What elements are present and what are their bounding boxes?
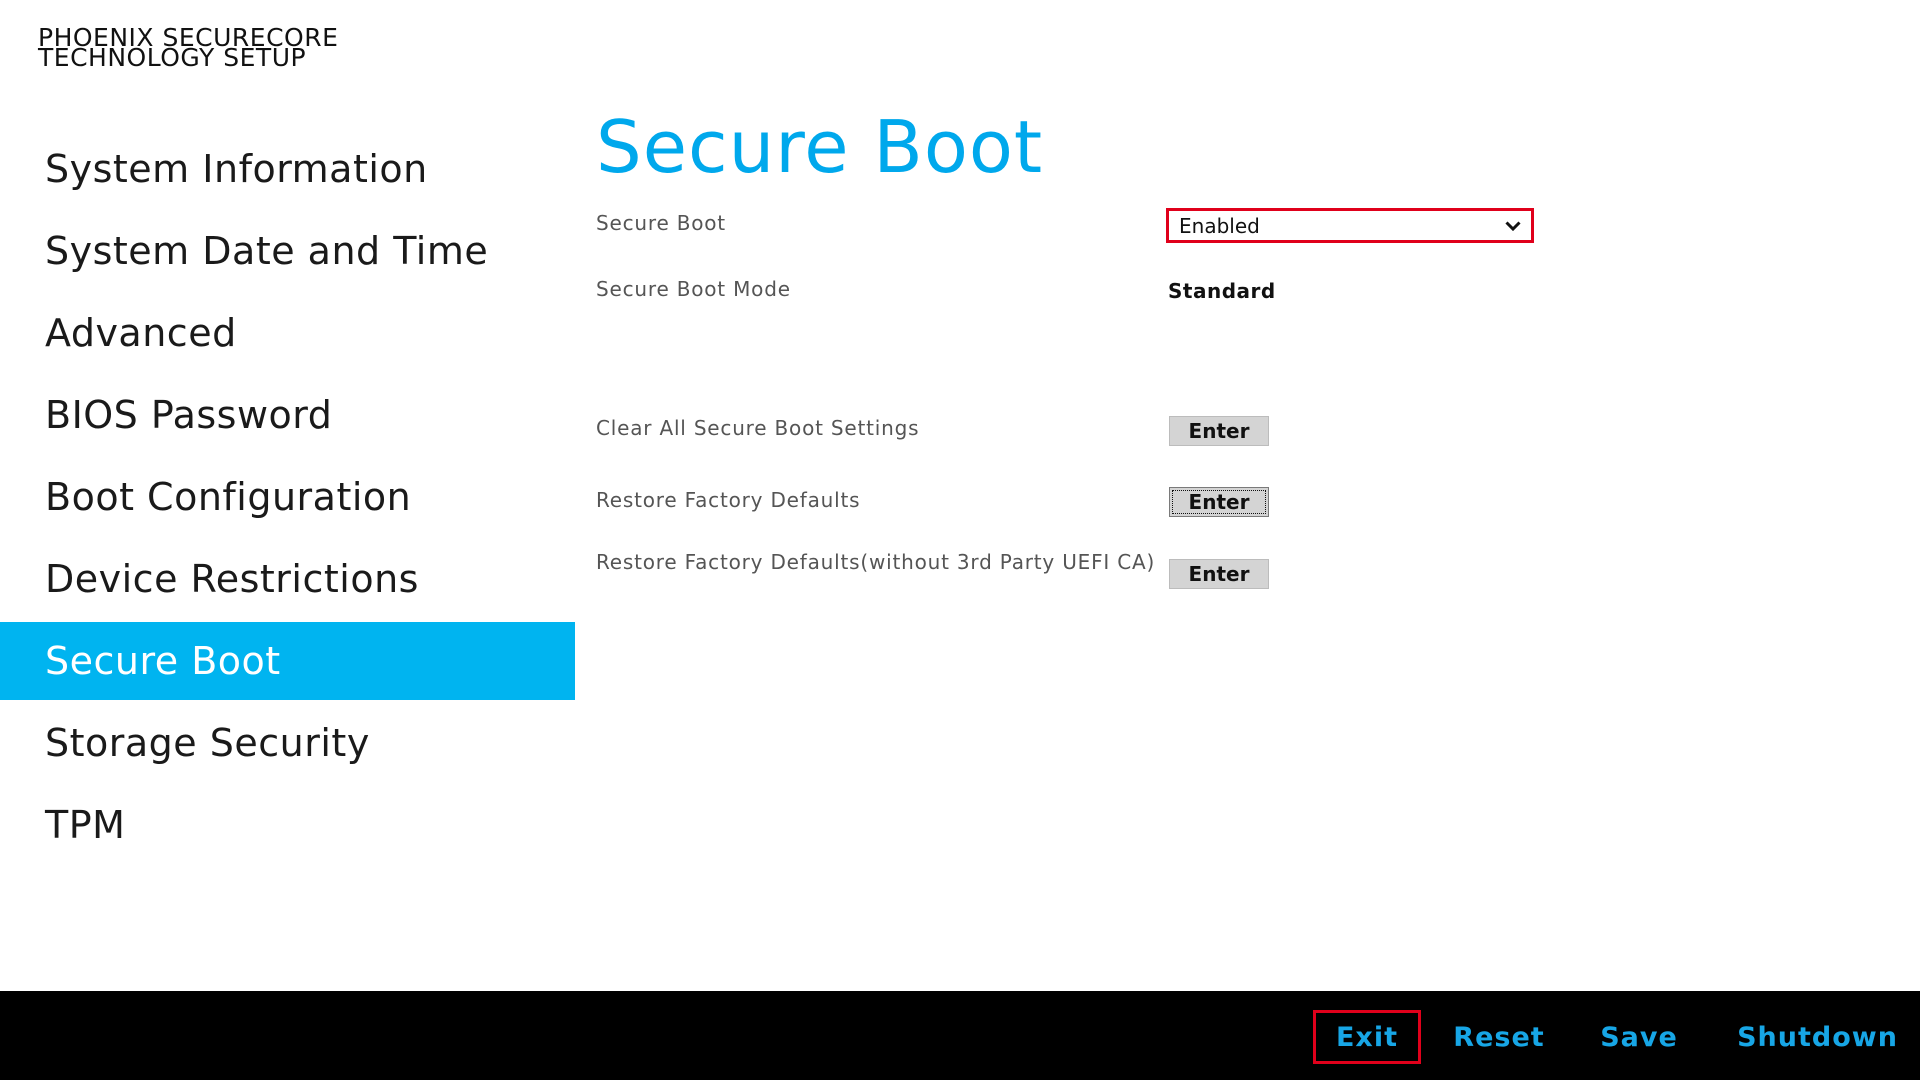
exit-button[interactable]: Exit — [1313, 1010, 1421, 1064]
restore-factory-defaults-no-3rd-party-label: Restore Factory Defaults(without 3rd Par… — [596, 550, 1156, 574]
clear-all-secure-boot-label: Clear All Secure Boot Settings — [596, 416, 920, 440]
app-title-line-2: TECHNOLOGY SETUP — [38, 43, 307, 72]
sidebar-item-storage-security[interactable]: Storage Security — [0, 704, 575, 782]
sidebar-item-system-information[interactable]: System Information — [0, 130, 575, 208]
save-button[interactable]: Save — [1594, 1010, 1684, 1064]
sidebar-item-boot-configuration[interactable]: Boot Configuration — [0, 458, 575, 536]
secure-boot-dropdown[interactable]: Enabled — [1166, 208, 1534, 243]
secure-boot-mode-value: Standard — [1168, 279, 1276, 303]
clear-all-secure-boot-enter-button[interactable]: Enter — [1169, 416, 1269, 446]
restore-factory-defaults-label: Restore Factory Defaults — [596, 488, 861, 512]
secure-boot-dropdown-value: Enabled — [1179, 213, 1260, 238]
shutdown-button[interactable]: Shutdown — [1730, 1010, 1905, 1064]
sidebar: System Information System Date and Time … — [0, 130, 575, 868]
restore-factory-defaults-no-3rd-party-enter-button[interactable]: Enter — [1169, 559, 1269, 589]
sidebar-item-bios-password[interactable]: BIOS Password — [0, 376, 575, 454]
page-title: Secure Boot — [596, 105, 1044, 189]
reset-button[interactable]: Reset — [1448, 1010, 1550, 1064]
secure-boot-label: Secure Boot — [596, 211, 726, 235]
bios-setup-screen: PHOENIX SECURECORE TECHNOLOGY SETUP Syst… — [0, 0, 1920, 1080]
sidebar-item-tpm[interactable]: TPM — [0, 786, 575, 864]
sidebar-item-system-date-and-time[interactable]: System Date and Time — [0, 212, 575, 290]
secure-boot-mode-label: Secure Boot Mode — [596, 277, 791, 301]
chevron-down-icon — [1505, 220, 1521, 231]
sidebar-item-secure-boot[interactable]: Secure Boot — [0, 622, 575, 700]
app-title: PHOENIX SECURECORE TECHNOLOGY SETUP — [38, 25, 398, 72]
sidebar-item-advanced[interactable]: Advanced — [0, 294, 575, 372]
sidebar-item-device-restrictions[interactable]: Device Restrictions — [0, 540, 575, 618]
restore-factory-defaults-enter-button[interactable]: Enter — [1169, 487, 1269, 517]
